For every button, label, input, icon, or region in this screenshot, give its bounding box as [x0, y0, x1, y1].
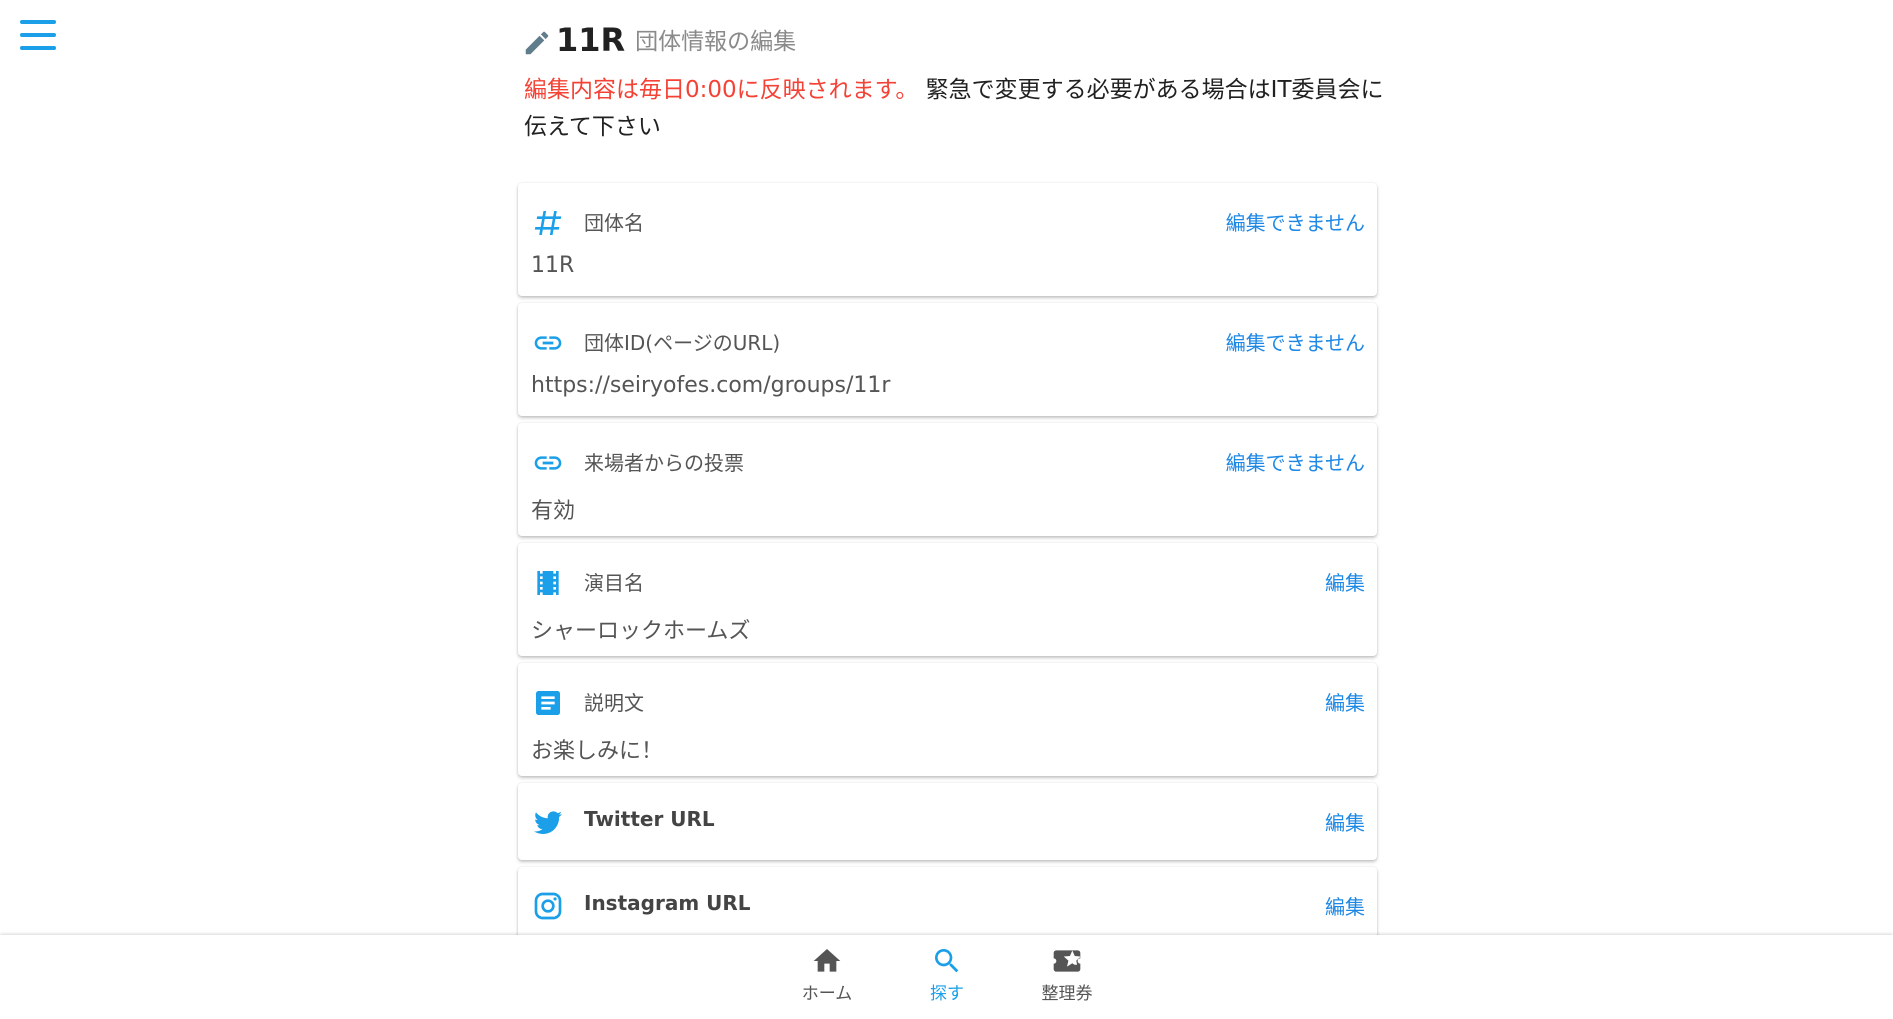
link-icon: [534, 456, 562, 470]
nav-search-label: 探す: [930, 984, 964, 1004]
menu-line: [20, 20, 56, 24]
menu-button[interactable]: [20, 20, 56, 50]
field-value: https://seiryofes.com/groups/11r: [531, 373, 891, 398]
link-icon: [534, 336, 562, 350]
pencil-icon: [525, 31, 549, 55]
menu-line: [20, 33, 56, 37]
edit-link[interactable]: 編集: [1325, 891, 1365, 920]
edit-disabled-link[interactable]: 編集できません: [1226, 327, 1365, 356]
update-notice: 編集内容は毎日0:00に反映されます。 緊急で変更する必要がある場合はIT委員会…: [524, 72, 1384, 146]
hash-icon: [534, 211, 562, 235]
nav-ticket[interactable]: 整理券: [1017, 945, 1117, 1004]
nav-home[interactable]: ホーム: [777, 945, 877, 1004]
edit-link[interactable]: 編集: [1325, 567, 1365, 596]
field-value: お楽しみに！: [531, 739, 664, 764]
field-label: Twitter URL: [584, 807, 715, 831]
field-value: 11R: [531, 253, 575, 278]
field-card-voting: 来場者からの投票 編集できません 有効: [518, 423, 1377, 536]
field-card-twitter: Twitter URL 編集: [518, 783, 1377, 860]
edit-link[interactable]: 編集: [1325, 807, 1365, 836]
menu-line: [20, 46, 56, 50]
twitter-icon: [534, 811, 562, 834]
field-label: 説明文: [584, 691, 644, 715]
notice-highlight: 編集内容は毎日0:00に反映されます。: [524, 77, 919, 103]
nav-ticket-label: 整理券: [1041, 984, 1093, 1004]
field-label: 団体名: [584, 211, 644, 235]
field-label: 団体ID(ページのURL): [584, 331, 781, 355]
field-label: Instagram URL: [584, 891, 751, 915]
search-icon: [935, 949, 959, 973]
edit-disabled-link[interactable]: 編集できません: [1226, 207, 1365, 236]
page-subtitle: 団体情報の編集: [635, 29, 797, 55]
document-icon: [536, 691, 560, 715]
edit-link[interactable]: 編集: [1325, 687, 1365, 716]
field-label: 演目名: [584, 571, 644, 595]
film-icon: [537, 571, 559, 595]
edit-disabled-link[interactable]: 編集できません: [1226, 447, 1365, 476]
page-header: 11R 団体情報の編集: [522, 18, 796, 58]
instagram-icon: [534, 892, 562, 920]
field-value: 有効: [531, 499, 576, 524]
field-label: 来場者からの投票: [584, 451, 744, 475]
bottom-navigation: ホーム 探す 整理券: [0, 935, 1893, 1019]
field-card-instagram: Instagram URL 編集: [518, 867, 1377, 944]
nav-home-label: ホーム: [801, 984, 853, 1004]
field-card-group-name: 団体名 編集できません 11R: [518, 183, 1377, 296]
home-icon: [813, 949, 841, 972]
field-card-performance-title: 演目名 編集 シャーロックホームズ: [518, 543, 1377, 656]
field-value: シャーロックホームズ: [531, 619, 751, 644]
field-card-group-id: 団体ID(ページのURL) 編集できません https://seiryofes.…: [518, 303, 1377, 416]
field-card-description: 説明文 編集 お楽しみに！: [518, 663, 1377, 776]
page-title: 11R: [556, 21, 626, 59]
nav-search[interactable]: 探す: [897, 945, 997, 1004]
ticket-icon: [1053, 950, 1081, 972]
